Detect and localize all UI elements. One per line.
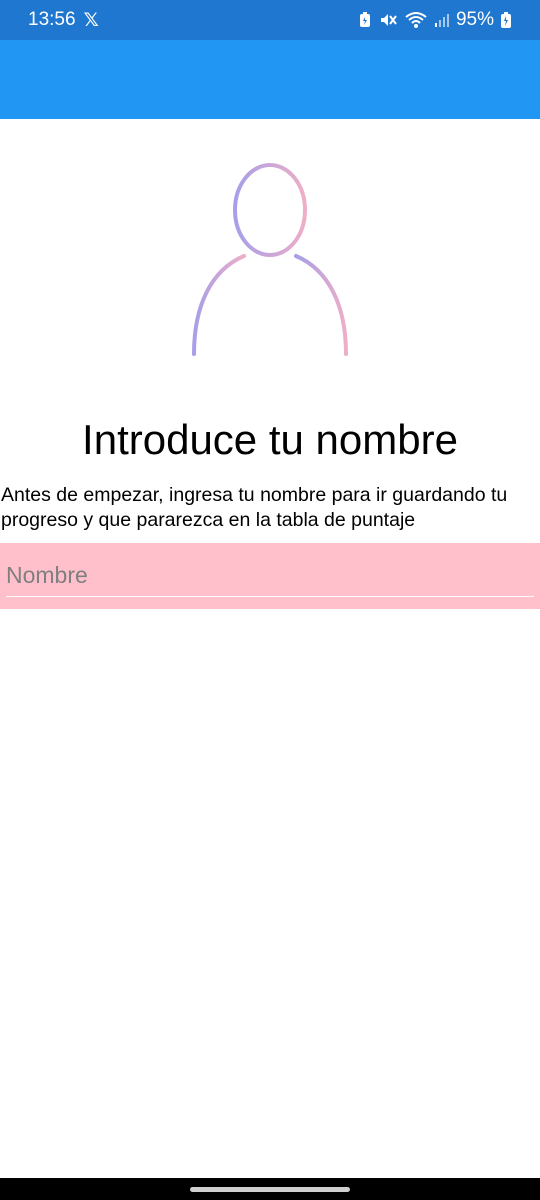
status-left: 13:56 𝕏 bbox=[28, 9, 99, 32]
status-bar: 13:56 𝕏 95% bbox=[0, 0, 540, 40]
battery-charging-icon bbox=[501, 12, 511, 28]
home-handle[interactable] bbox=[190, 1187, 350, 1192]
status-time: 13:56 bbox=[28, 9, 76, 30]
mute-icon bbox=[380, 14, 397, 26]
status-right: 95% bbox=[358, 9, 512, 31]
name-input-container bbox=[0, 543, 540, 609]
app-bar bbox=[0, 40, 540, 119]
navigation-bar bbox=[0, 1178, 540, 1200]
signal-icon bbox=[434, 14, 449, 27]
battery-saver-icon bbox=[359, 12, 370, 27]
name-input[interactable] bbox=[6, 555, 534, 597]
user-profile-icon bbox=[192, 163, 348, 356]
wifi-icon bbox=[405, 12, 427, 28]
x-logo-icon: 𝕏 bbox=[83, 9, 99, 31]
page-description: Antes de empezar, ingresa tu nombre para… bbox=[1, 484, 508, 531]
battery-percent: 95% bbox=[455, 9, 494, 30]
page-title: Introduce tu nombre bbox=[82, 416, 458, 463]
